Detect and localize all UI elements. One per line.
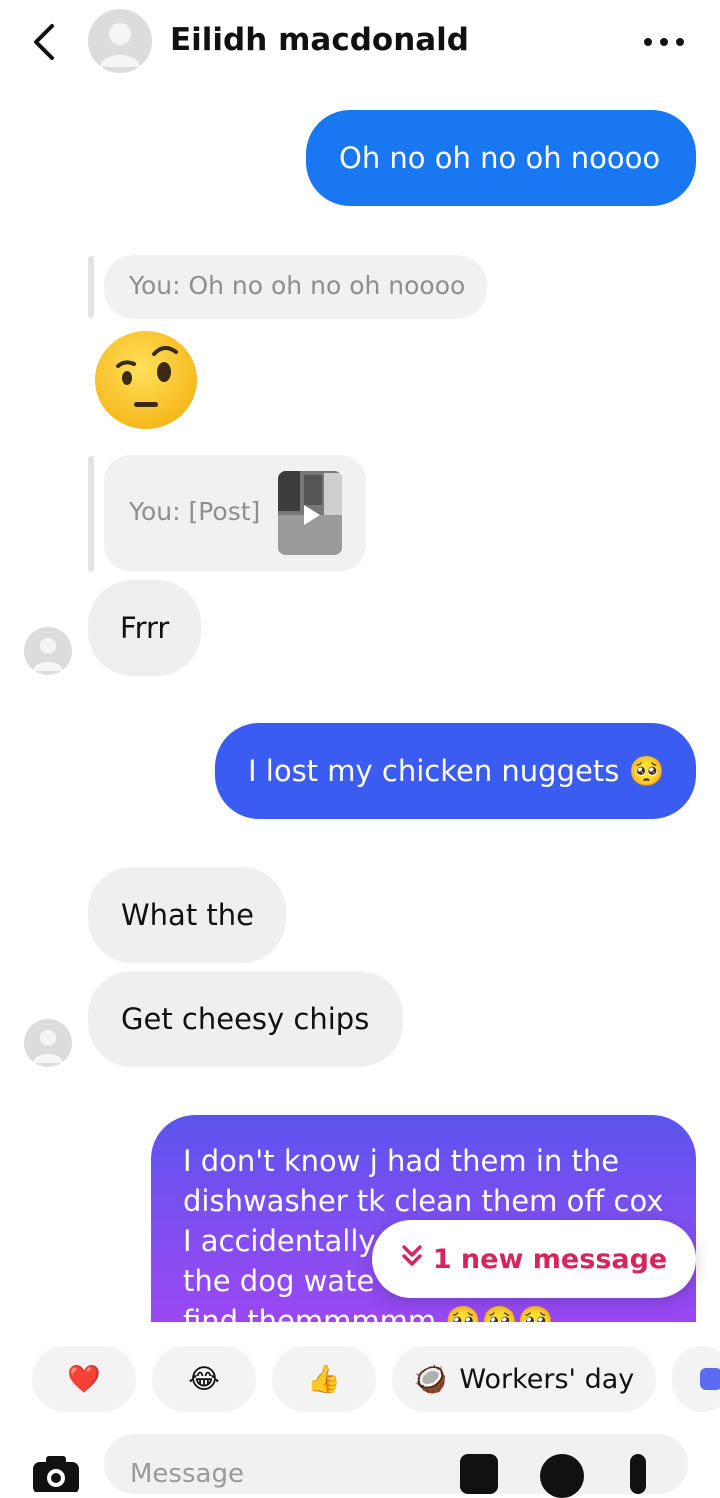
heart-icon: ❤️: [67, 1364, 101, 1395]
more-options-icon[interactable]: [640, 28, 688, 56]
incoming-message[interactable]: What the: [88, 867, 286, 963]
contact-avatar[interactable]: [88, 9, 152, 73]
double-chevron-down-icon: [401, 1244, 423, 1275]
quick-reply-more[interactable]: [672, 1346, 720, 1412]
back-icon[interactable]: [28, 22, 64, 62]
incoming-message[interactable]: Frrr: [88, 580, 201, 676]
laughing-emoji-icon: 😂: [188, 1363, 220, 1395]
sender-avatar[interactable]: [24, 1019, 72, 1067]
new-message-button[interactable]: 1 new message: [372, 1220, 696, 1298]
message-line: find themmmmm 🥺🥺🥺: [183, 1304, 554, 1322]
outgoing-message[interactable]: Oh no oh no oh noooo: [306, 110, 696, 206]
message-input[interactable]: [128, 1458, 432, 1490]
gallery-icon[interactable]: [460, 1454, 498, 1494]
message-text: Get cheesy chips: [121, 1002, 370, 1036]
message-line: dishwasher tk clean them off cox: [183, 1184, 664, 1218]
new-message-label: 1 new message: [432, 1243, 668, 1275]
sticker-icon: [700, 1368, 720, 1390]
raised-eyebrow-emoji[interactable]: [94, 330, 200, 430]
quick-reply-label: Workers' day: [459, 1363, 635, 1395]
outgoing-message[interactable]: I lost my chicken nuggets 🥺: [215, 723, 696, 819]
reply-indicator: [88, 456, 94, 572]
quick-reply-thumbs-up[interactable]: 👍: [272, 1346, 376, 1412]
sticker-face-icon[interactable]: [540, 1454, 584, 1498]
contact-name[interactable]: Eilidh macdonald: [170, 22, 469, 58]
message-text: I lost my chicken nuggets 🥺: [248, 754, 665, 788]
message-text: Frrr: [120, 611, 170, 645]
camera-icon[interactable]: [30, 1452, 84, 1494]
sender-avatar[interactable]: [24, 627, 72, 675]
quick-reply-heart[interactable]: ❤️: [32, 1346, 136, 1412]
message-text: What the: [121, 898, 255, 932]
microphone-icon[interactable]: [630, 1454, 646, 1494]
thumbs-up-icon: 👍: [307, 1364, 341, 1395]
reply-indicator: [88, 256, 94, 318]
reply-quote[interactable]: You: Oh no oh no oh noooo: [104, 255, 487, 319]
reply-quote-text: You: [Post]: [129, 497, 261, 526]
quick-reply-workers-day[interactable]: 🥥 Workers' day: [392, 1346, 656, 1412]
incoming-message[interactable]: Get cheesy chips: [88, 971, 403, 1067]
post-thumbnail[interactable]: [278, 471, 342, 555]
message-text: Oh no oh no oh noooo: [339, 141, 661, 175]
quick-reply-laugh[interactable]: 😂: [152, 1346, 256, 1412]
reply-quote-text: You: Oh no oh no oh noooo: [129, 271, 466, 300]
coconut-icon: 🥥: [413, 1364, 448, 1395]
message-line: I don't know j had them in the: [183, 1144, 620, 1178]
message-input-container[interactable]: [104, 1434, 688, 1498]
